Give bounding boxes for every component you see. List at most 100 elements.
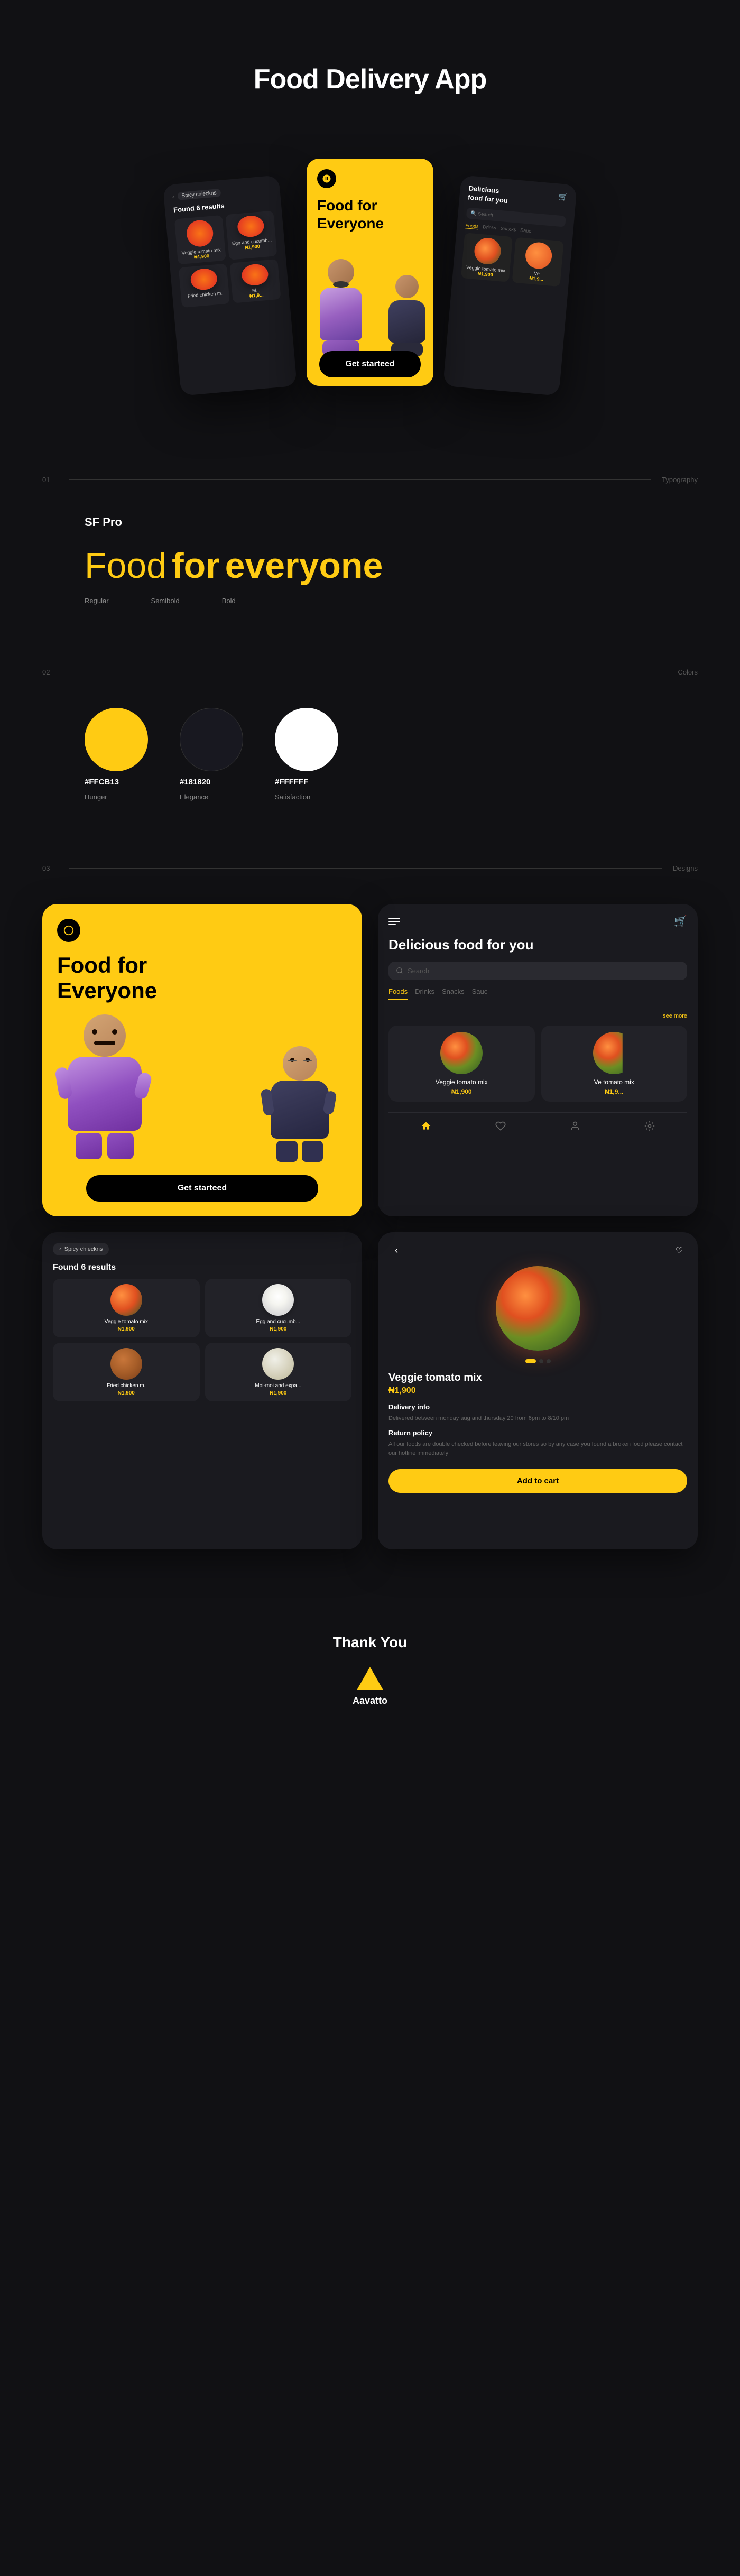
thank-you-title: Thank You xyxy=(11,1634,729,1651)
heart-nav-icon[interactable] xyxy=(495,1120,506,1132)
result-img-3 xyxy=(110,1348,142,1380)
result-price-2: ₦1,900 xyxy=(210,1326,347,1332)
product-title: Veggie tomato mix xyxy=(388,1372,687,1384)
color-swatch-white: #FFFFFF Satisfaction xyxy=(275,708,338,801)
tab-drinks[interactable]: Drinks xyxy=(415,987,434,1000)
tab-sauces[interactable]: Sauc xyxy=(472,987,488,1000)
detail-food-image xyxy=(496,1266,580,1351)
home-greeting-text: Delicious food for you xyxy=(388,936,687,954)
designs-bottom-row: ‹ Spicy chieckns Found 6 results Veggie … xyxy=(42,1232,698,1549)
swatch-white xyxy=(275,708,338,771)
user-nav-icon[interactable] xyxy=(569,1120,581,1132)
food-card-veggie: Veggie tomato mix ₦1,900 xyxy=(388,1026,535,1102)
typography-section: SF Pro Food for everyone Regular Semibol… xyxy=(0,515,740,647)
font-display: Food for everyone xyxy=(85,545,655,586)
get-started-btn-large[interactable]: Get starteed xyxy=(86,1175,318,1202)
search-bar[interactable]: Search xyxy=(388,962,687,980)
designs-top-row: Food for Everyone xyxy=(42,904,698,1216)
result-name-2: Egg and cucumb... xyxy=(210,1319,347,1325)
see-more-link[interactable]: see more xyxy=(388,1013,687,1019)
swatch-dark xyxy=(180,708,243,771)
font-word-semibold: for xyxy=(172,545,220,586)
color-swatch-dark: #181820 Elegance xyxy=(180,708,243,801)
results-title: Found 6 results xyxy=(53,1263,352,1272)
divider-line-3 xyxy=(69,868,662,869)
thank-you-section: Thank You Aavatto xyxy=(0,1592,740,1728)
logo-name: Aavatto xyxy=(353,1695,387,1706)
detail-favorite-button[interactable]: ♡ xyxy=(671,1243,687,1259)
logo-mark: Aavatto xyxy=(11,1667,729,1706)
search-header: ‹ Spicy chieckns xyxy=(53,1243,352,1255)
delivery-info-title: Delivery info xyxy=(388,1403,687,1411)
section-02-divider: 02 Colors xyxy=(0,668,740,676)
font-word-regular: Food xyxy=(85,545,166,586)
result-price-4: ₦1,900 xyxy=(210,1390,347,1396)
left-phone-mockup: ‹ Spicy chieckns Found 6 results Veggie … xyxy=(163,175,297,396)
onboarding-title: Food for Everyone xyxy=(317,197,423,232)
swatch-yellow xyxy=(85,708,148,771)
home-greeting: Deliciousfood for you xyxy=(467,184,508,206)
home-screen: 🛒 Delicious food for you Search Foods Dr… xyxy=(378,904,698,1216)
food-cards-row: Veggie tomato mix ₦1,900 Ve tomato mix ₦… xyxy=(388,1026,687,1102)
color-name-1: Hunger xyxy=(85,793,107,801)
home-nav-icon[interactable] xyxy=(420,1120,432,1132)
font-word-bold: everyone xyxy=(225,545,383,586)
section-03-divider: 03 Designs xyxy=(0,864,740,872)
food-card-2: Egg and cucumb... ₦1,900 xyxy=(225,210,277,260)
result-name-1: Veggie tomato mix xyxy=(58,1319,195,1325)
hamburger-icon[interactable] xyxy=(388,918,400,925)
font-labels: Regular Semibold Bold xyxy=(85,597,655,605)
tab-snacks[interactable]: Snacks xyxy=(442,987,465,1000)
detail-back-button[interactable]: ‹ xyxy=(388,1243,404,1259)
product-price: ₦1,900 xyxy=(388,1386,687,1396)
color-hex-3: #FFFFFF xyxy=(275,778,308,787)
return-policy-title: Return policy xyxy=(388,1429,687,1437)
return-policy-text: All our foods are double checked before … xyxy=(388,1440,687,1457)
page-title: Food Delivery App xyxy=(11,63,729,95)
back-button[interactable]: ‹ Spicy chieckns xyxy=(53,1243,109,1255)
designs-section: Food for Everyone xyxy=(0,904,740,1592)
image-dots xyxy=(388,1359,687,1363)
center-phone-mockup: Food for Everyone xyxy=(307,159,433,386)
food-card-second: Ve tomato mix ₦1,9... xyxy=(541,1026,688,1102)
font-name: SF Pro xyxy=(85,515,655,529)
results-grid: Veggie tomato mix ₦1,900 Egg and cucumb.… xyxy=(174,210,281,308)
delivery-info-text: Delivered between monday aug and thursda… xyxy=(388,1414,687,1423)
food-img-veggie xyxy=(440,1032,483,1074)
result-price-3: ₦1,900 xyxy=(58,1390,195,1396)
food-name-2: Ve tomato mix xyxy=(548,1078,681,1086)
detail-header: ‹ ♡ xyxy=(388,1243,687,1259)
detail-screen: ‹ ♡ Veggie tomato mix ₦1,900 Delivery in… xyxy=(378,1232,698,1549)
food-price-2: ₦1,9... xyxy=(548,1088,681,1095)
food-card-3: Fried chicken m. xyxy=(179,263,230,308)
food-price-1: ₦1,900 xyxy=(395,1088,529,1095)
label-semibold: Semibold xyxy=(151,597,180,605)
label-bold: Bold xyxy=(222,597,236,605)
hero-mockup-section: ‹ Spicy chieckns Found 6 results Veggie … xyxy=(0,137,740,455)
settings-nav-icon[interactable] xyxy=(644,1120,655,1132)
result-card-3: Fried chicken m. ₦1,900 xyxy=(53,1343,200,1401)
add-to-cart-button[interactable]: Add to cart xyxy=(388,1469,687,1493)
result-img-2 xyxy=(262,1284,294,1316)
dot-3 xyxy=(547,1359,551,1363)
color-name-2: Elegance xyxy=(180,793,208,801)
cart-icon-home[interactable]: 🛒 xyxy=(674,915,687,928)
result-card-1: Veggie tomato mix ₦1,900 xyxy=(53,1279,200,1337)
food-card-1: Veggie tomato mix ₦1,900 xyxy=(174,215,226,265)
search-placeholder: Search xyxy=(408,967,429,975)
label-regular: Regular xyxy=(85,597,109,605)
section-01-divider: 01 Typography xyxy=(0,476,740,484)
result-card-2: Egg and cucumb... ₦1,900 xyxy=(205,1279,352,1337)
tab-foods[interactable]: Foods xyxy=(388,987,408,1000)
onboarding-screen-title: Food for Everyone xyxy=(57,953,347,1004)
color-hex-2: #181820 xyxy=(180,778,210,787)
color-swatch-yellow: #FFCB13 Hunger xyxy=(85,708,148,801)
color-name-3: Satisfaction xyxy=(275,793,310,801)
app-icon-yellow xyxy=(57,919,80,942)
mockup-container: ‹ Spicy chieckns Found 6 results Veggie … xyxy=(172,159,568,412)
get-started-button[interactable]: Get starteed xyxy=(319,351,421,377)
colors-row: #FFCB13 Hunger #181820 Elegance #FFFFFF … xyxy=(85,708,655,801)
cart-icon: 🛒 xyxy=(558,192,568,201)
result-card-4: Moi-moi and expa... ₦1,900 xyxy=(205,1343,352,1401)
onboarding-screen: Food for Everyone xyxy=(42,904,362,1216)
